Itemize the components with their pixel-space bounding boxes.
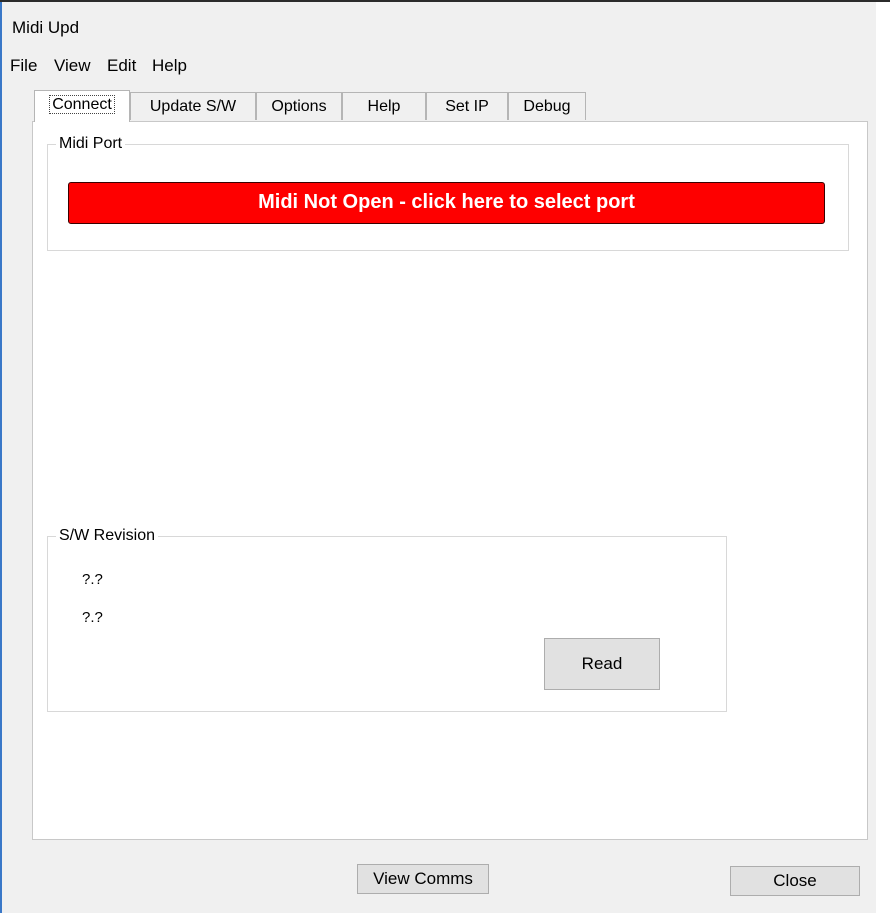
app-window: Midi Upd File View Edit Help Connect Upd… [2, 2, 876, 913]
read-button[interactable]: Read [544, 638, 660, 690]
select-midi-port-button[interactable]: Midi Not Open - click here to select por… [68, 182, 825, 224]
sw-revision-group-label: S/W Revision [56, 526, 159, 546]
tab-options[interactable]: Options [256, 92, 342, 120]
menu-file[interactable]: File [10, 56, 37, 76]
window-title: Midi Upd [12, 18, 80, 37]
tab-connect-label: Connect [49, 95, 115, 114]
menu-bar: File View Edit Help [2, 56, 302, 82]
view-comms-button[interactable]: View Comms [357, 864, 489, 894]
close-button[interactable]: Close [730, 866, 860, 896]
tab-strip: Connect Update S/W Options Help Set IP D… [32, 90, 632, 122]
tab-set-ip[interactable]: Set IP [426, 92, 508, 120]
sw-revision-group: S/W Revision ?.? ?.? Read [47, 526, 727, 712]
tab-help[interactable]: Help [342, 92, 426, 120]
sw-revision-value-2: ?.? [82, 609, 103, 626]
window-right-margin [876, 2, 890, 913]
menu-help[interactable]: Help [152, 56, 187, 76]
midi-port-group: Midi Port Midi Not Open - click here to … [47, 134, 849, 251]
sw-revision-value-1: ?.? [82, 571, 103, 588]
tab-connect[interactable]: Connect [34, 90, 130, 122]
tab-update-sw[interactable]: Update S/W [130, 92, 256, 120]
midi-port-group-label: Midi Port [56, 134, 126, 154]
tab-debug[interactable]: Debug [508, 92, 586, 120]
connect-tab-panel: Midi Port Midi Not Open - click here to … [32, 121, 868, 840]
menu-edit[interactable]: Edit [107, 56, 136, 76]
menu-view[interactable]: View [54, 56, 91, 76]
